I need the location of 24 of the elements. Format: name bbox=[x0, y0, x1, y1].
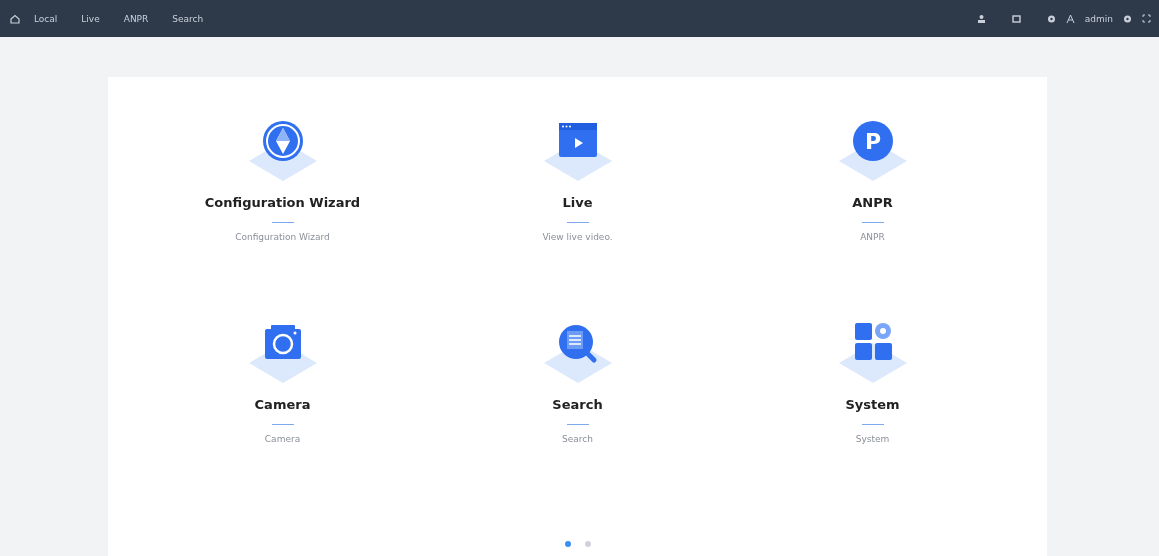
tile-description: System bbox=[855, 434, 890, 444]
page-dot[interactable] bbox=[584, 541, 591, 547]
page-dot[interactable] bbox=[564, 541, 571, 547]
tile-title[interactable]: ANPR bbox=[852, 195, 893, 210]
tile-description: ANPR bbox=[860, 232, 885, 242]
settings-icon[interactable] bbox=[1046, 13, 1056, 24]
nav-tab[interactable]: Live bbox=[81, 11, 100, 26]
home-icon[interactable] bbox=[10, 13, 20, 24]
tile-title[interactable]: Configuration Wizard bbox=[204, 195, 361, 210]
tile-title[interactable]: Search bbox=[552, 397, 603, 412]
tile-title[interactable]: System bbox=[845, 397, 900, 412]
screen-icon[interactable] bbox=[1011, 13, 1021, 24]
tile-description: Camera bbox=[264, 434, 301, 444]
tile-description: Search bbox=[562, 434, 593, 444]
user-icon[interactable] bbox=[976, 13, 986, 24]
tile-description: View live video. bbox=[542, 232, 613, 242]
nav-tab[interactable]: Search bbox=[172, 11, 204, 26]
nav-tab[interactable]: ANPR bbox=[123, 11, 149, 26]
tile-title[interactable]: Live bbox=[562, 195, 593, 210]
tile-description: Configuration Wizard bbox=[235, 232, 330, 242]
nav-tab[interactable]: Local bbox=[34, 11, 58, 26]
tile-title[interactable]: Camera bbox=[254, 397, 311, 412]
fullscreen-icon[interactable] bbox=[1142, 13, 1151, 24]
username[interactable]: admin bbox=[1084, 13, 1113, 24]
